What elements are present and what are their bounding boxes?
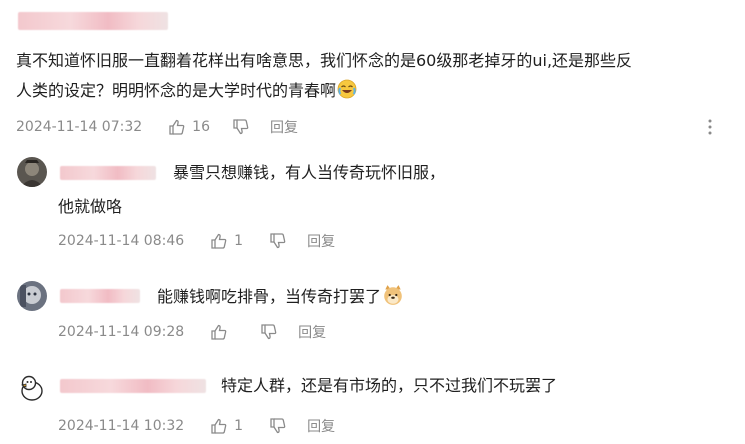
thumbs-down-icon — [270, 233, 286, 249]
timestamp: 2024-11-14 10:32 — [58, 418, 185, 434]
thumbs-down-icon — [233, 119, 249, 135]
dislike-button[interactable] — [269, 417, 287, 435]
main-comment-username[interactable] — [18, 12, 168, 30]
reply-2-username[interactable] — [60, 289, 140, 303]
laughing-crying-emoji-icon — [337, 79, 357, 99]
avatar[interactable] — [17, 372, 47, 402]
reply-2-meta: 2024-11-14 09:28 回复 — [58, 322, 326, 342]
dislike-button[interactable] — [232, 118, 250, 136]
reply-2-text-wrap: 能赚钱啊吃排骨，当传奇打罢了 — [157, 284, 404, 309]
reply-button[interactable]: 回复 — [307, 231, 335, 251]
reply-button[interactable]: 回复 — [307, 416, 335, 436]
like-button[interactable]: 1 — [210, 232, 243, 250]
thumbs-up-icon — [211, 418, 227, 434]
avatar[interactable] — [17, 157, 47, 187]
doge-emoji-icon — [384, 285, 402, 305]
thumbs-up-icon — [169, 119, 185, 135]
like-button[interactable]: 1 — [210, 417, 243, 435]
reply-button[interactable]: 回复 — [298, 322, 326, 342]
more-options-icon[interactable] — [707, 118, 713, 136]
timestamp: 2024-11-14 08:46 — [58, 233, 185, 249]
reply-1-username[interactable] — [60, 166, 156, 180]
timestamp: 2024-11-14 09:28 — [58, 324, 185, 340]
reply-2-text: 能赚钱啊吃排骨，当传奇打罢了 — [157, 287, 382, 306]
main-comment-text-line2: 人类的设定？明明怀念的是大学时代的青春啊 — [16, 81, 337, 100]
reply-3-meta: 2024-11-14 10:32 1 回复 — [58, 416, 335, 436]
reply-button[interactable]: 回复 — [270, 117, 298, 137]
like-count: 1 — [234, 418, 244, 434]
reply-1-text-line2: 他就做咯 — [58, 197, 123, 216]
thumbs-down-icon — [270, 418, 286, 434]
avatar[interactable] — [17, 281, 47, 311]
main-comment-meta: 2024-11-14 07:32 16 回复 — [16, 117, 298, 137]
like-button[interactable] — [210, 323, 234, 341]
thumbs-up-icon — [211, 324, 227, 340]
thumbs-down-icon — [261, 324, 277, 340]
reply-1-text-line1: 暴雪只想赚钱，有人当传奇玩怀旧服， — [173, 163, 446, 182]
main-comment-text-line1: 真不知道怀旧服一直翻着花样出有啥意思，我们怀念的是60级那老掉牙的ui,还是那些… — [16, 51, 633, 70]
dislike-button[interactable] — [260, 323, 278, 341]
reply-1-meta: 2024-11-14 08:46 1 回复 — [58, 231, 335, 251]
reply-3-text: 特定人群，还是有市场的，只不过我们不玩罢了 — [221, 376, 558, 395]
like-count: 16 — [192, 119, 210, 135]
timestamp: 2024-11-14 07:32 — [16, 119, 143, 135]
like-count: 1 — [234, 233, 244, 249]
like-button[interactable]: 16 — [168, 118, 210, 136]
dislike-button[interactable] — [269, 232, 287, 250]
main-comment-text-line2-wrap: 人类的设定？明明怀念的是大学时代的青春啊 — [16, 79, 357, 103]
reply-3-username[interactable] — [60, 379, 206, 393]
thumbs-up-icon — [211, 233, 227, 249]
